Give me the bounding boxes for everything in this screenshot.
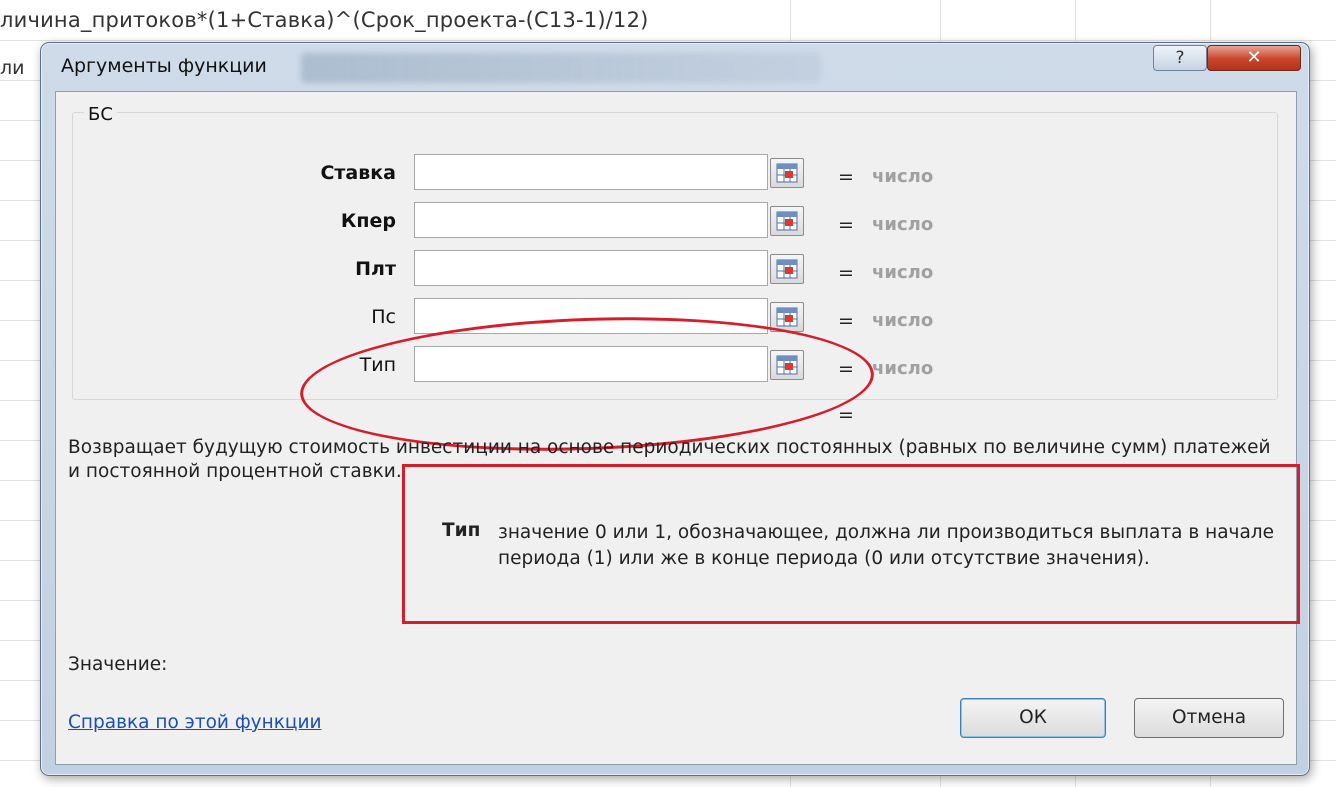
- arg-result-rate: число: [872, 166, 934, 187]
- titlebar-glass: [301, 53, 821, 83]
- range-select-button-rate[interactable]: [770, 158, 804, 188]
- question-mark-icon: ?: [1175, 48, 1185, 68]
- range-select-icon: [776, 307, 798, 327]
- ok-button[interactable]: ОК: [960, 698, 1106, 738]
- equals-sign: =: [838, 310, 854, 332]
- arg-input-rate[interactable]: [414, 154, 768, 190]
- arg-result-type: число: [872, 358, 934, 379]
- arg-label-rate: Ставка: [320, 162, 396, 184]
- range-select-icon: [776, 163, 798, 183]
- range-select-button-nper[interactable]: [770, 206, 804, 236]
- range-select-icon: [776, 211, 798, 231]
- equals-sign: =: [838, 166, 854, 188]
- help-button[interactable]: ?: [1153, 45, 1207, 71]
- arg-result-pv: число: [872, 310, 934, 331]
- arg-input-pmt[interactable]: [414, 250, 768, 286]
- close-icon: ✕: [1246, 47, 1262, 68]
- function-arguments-dialog: Аргументы функции ? ✕ БС Ставка = число …: [40, 42, 1310, 776]
- arg-label-pmt: Плт: [355, 258, 396, 280]
- arg-result-nper: число: [872, 214, 934, 235]
- result-equals-sign: =: [838, 404, 854, 426]
- arg-result-pmt: число: [872, 262, 934, 283]
- arg-label-pv: Пс: [371, 306, 396, 328]
- dialog-title: Аргументы функции: [61, 55, 267, 77]
- value-label: Значение:: [68, 654, 168, 675]
- range-select-button-pmt[interactable]: [770, 254, 804, 284]
- arg-label-nper: Кпер: [340, 210, 396, 232]
- close-button[interactable]: ✕: [1207, 45, 1301, 71]
- function-name: БС: [84, 104, 117, 125]
- annotation-rectangle: [402, 464, 1300, 624]
- arg-input-nper[interactable]: [414, 202, 768, 238]
- range-select-icon: [776, 259, 798, 279]
- function-help-link[interactable]: Справка по этой функции: [68, 712, 322, 733]
- equals-sign: =: [838, 262, 854, 284]
- dialog-body: БС Ставка = число Кпер = число Плт = чис…: [55, 91, 1300, 765]
- equals-sign: =: [838, 214, 854, 236]
- formula-text: личина_притоков*(1+Ставка)^(Срок_проекта…: [0, 8, 649, 32]
- cancel-button[interactable]: Отмена: [1134, 698, 1284, 738]
- cell-fragment-text: ли: [0, 57, 25, 79]
